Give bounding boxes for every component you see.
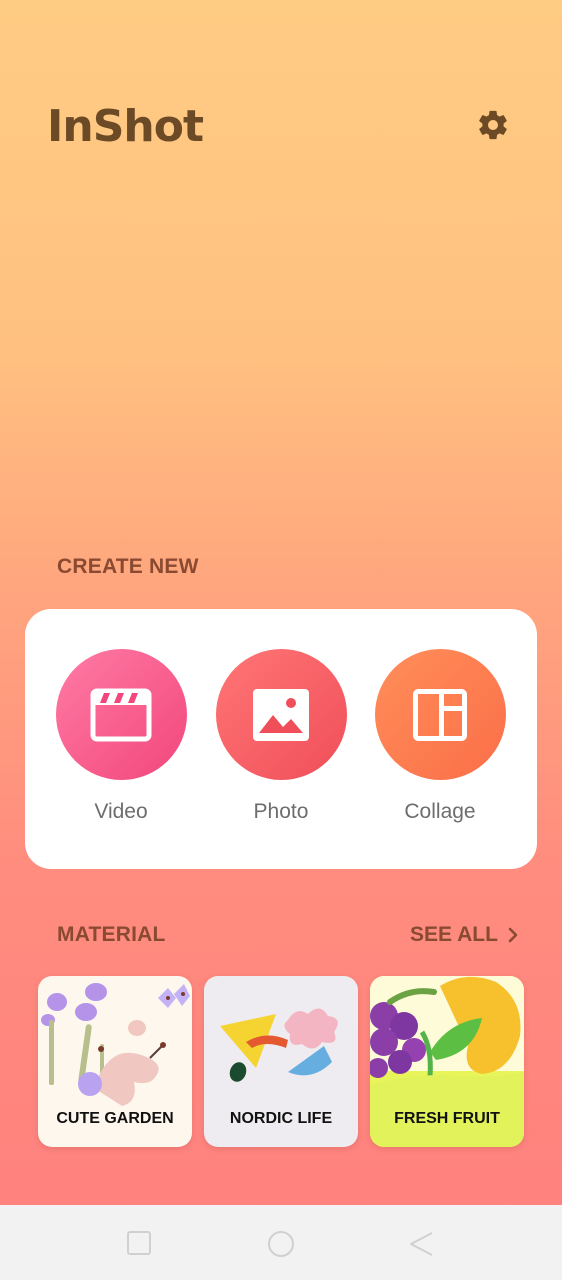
video-circle[interactable] (55, 649, 187, 780)
create-video-button[interactable]: Video (51, 649, 191, 824)
back-button[interactable] (408, 1230, 434, 1263)
collage-label: Collage (404, 800, 476, 823)
collage-layout-icon (413, 688, 467, 741)
photo-label: Photo (253, 800, 309, 823)
video-label: Video (94, 800, 148, 823)
inshot-logo: InShot (47, 101, 204, 152)
image-icon (253, 688, 309, 741)
clapperboard-icon (90, 688, 152, 741)
recent-apps-icon (127, 1231, 151, 1255)
material-label-nordic-life: NORDIC LIFE (229, 1110, 333, 1127)
material-card-cute-garden[interactable]: CUTE GARDEN (38, 976, 192, 1147)
system-navigation-bar (0, 1205, 562, 1280)
material-label-cute-garden: CUTE GARDEN (56, 1110, 174, 1127)
collage-circle[interactable] (374, 649, 506, 780)
create-photo-button[interactable]: Photo (211, 649, 351, 824)
create-new-heading: CREATE NEW (57, 555, 199, 578)
create-collage-button[interactable]: Collage (370, 649, 510, 824)
material-card-fresh-fruit[interactable]: FRESH FRUIT (370, 976, 524, 1147)
material-list: CUTE GARDEN NORDIC LIFE FRESH FRUIT (0, 976, 562, 1148)
material-heading: MATERIAL (57, 923, 166, 946)
create-new-card: Video Photo Collage (25, 609, 537, 869)
back-icon (410, 1232, 433, 1256)
material-card-nordic-life[interactable]: NORDIC LIFE (204, 976, 358, 1147)
see-all-link[interactable]: SEE ALL (410, 923, 518, 947)
gear-icon (479, 110, 507, 140)
inshot-home-screen: InShot CREATE NEW Video Photo Collage MA… (0, 0, 562, 1205)
photo-circle[interactable] (215, 649, 347, 780)
home-icon (268, 1231, 294, 1257)
material-label-fresh-fruit: FRESH FRUIT (394, 1110, 500, 1127)
chevron-right-icon (508, 927, 518, 943)
see-all-label: SEE ALL (410, 923, 498, 946)
home-button[interactable] (267, 1230, 295, 1263)
settings-button[interactable] (474, 106, 512, 144)
recent-apps-button[interactable] (126, 1230, 152, 1261)
